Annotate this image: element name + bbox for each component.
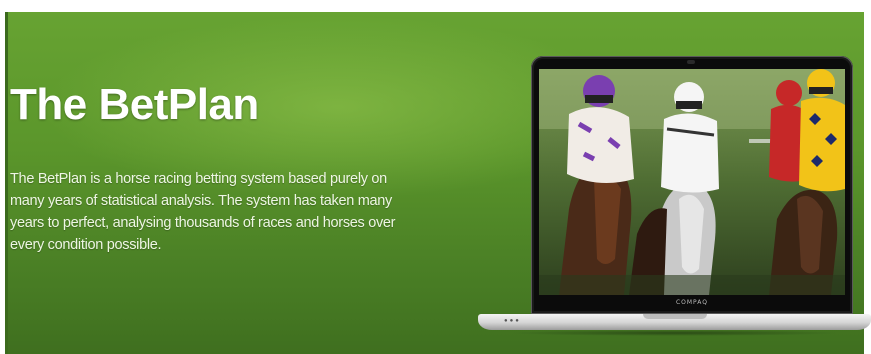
laptop-shadow (508, 330, 841, 336)
laptop-brand-label: COMPAQ (675, 299, 709, 306)
hero-description: The BetPlan is a horse racing betting sy… (10, 171, 396, 253)
left-edge-divider (0, 12, 8, 354)
status-lights-icon: ●●● (504, 318, 521, 324)
laptop-screen: COMPAQ (531, 56, 853, 314)
horse-racing-photo (539, 69, 845, 295)
laptop-notch (643, 314, 707, 319)
hero-title: The BetPlan (10, 80, 259, 129)
laptop-base: ●●● (478, 314, 871, 330)
webcam-icon (687, 60, 695, 64)
laptop-image: COMPAQ ●●● (478, 56, 871, 340)
